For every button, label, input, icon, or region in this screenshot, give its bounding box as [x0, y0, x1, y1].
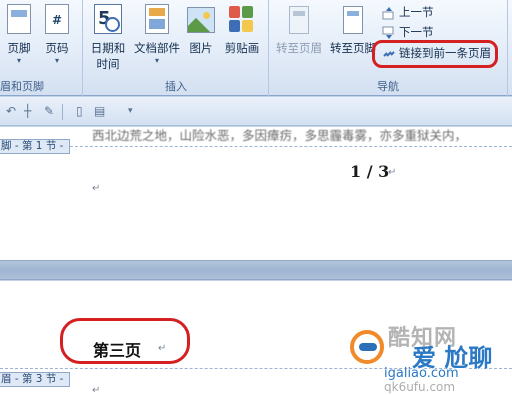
- page-1-area: 西北边荒之地，山险水恶，多因瘴疠，多思霾毒雾，亦多重狱关内， 脚 - 第 1 节…: [0, 127, 512, 260]
- page-gap: [0, 260, 512, 280]
- header-section-3-tag: 眉 - 第 3 节 -: [0, 372, 71, 387]
- next-section-button[interactable]: 下一节: [382, 23, 434, 41]
- page-number-icon: #: [42, 4, 72, 36]
- footer-boundary-line: [0, 146, 512, 147]
- page-1-body-text: 西北边荒之地，山险水恶，多因瘴疠，多思霾毒雾，亦多重狱关内，: [92, 128, 468, 143]
- quick-parts-button[interactable]: 文档部件 ▾: [132, 4, 182, 66]
- insert-table-icon[interactable]: ┼: [24, 104, 31, 119]
- quick-parts-label: 文档部件: [134, 41, 180, 55]
- highlight-circle-page3: [60, 318, 190, 364]
- header-footer-group-label: 眉和页脚: [0, 80, 44, 93]
- paragraph-mark: ↵: [92, 183, 101, 194]
- footer-label: 页脚: [7, 41, 31, 55]
- date-time-label-line2: 时间: [96, 57, 120, 71]
- date-time-button[interactable]: 5 日期和 时间: [86, 4, 130, 72]
- navigation-group-label: 导航: [377, 80, 399, 93]
- group-separator: [82, 0, 83, 96]
- layout-icon[interactable]: ▤: [94, 104, 105, 119]
- previous-section-icon: [382, 6, 396, 20]
- edit-icon[interactable]: ✎: [44, 104, 54, 119]
- watermark-logo-icon: [350, 330, 384, 364]
- picture-button[interactable]: 图片: [184, 4, 218, 56]
- page-number-button[interactable]: # 页码 ▾: [38, 4, 76, 66]
- toolbar-separator: [62, 104, 63, 120]
- new-document-icon[interactable]: ▯: [76, 104, 83, 119]
- goto-header-button[interactable]: 转至页眉: [272, 4, 326, 56]
- customize-dropdown-icon[interactable]: ▾: [128, 104, 133, 119]
- clip-art-button[interactable]: 剪贴画: [220, 4, 264, 56]
- paragraph-mark: ↵: [388, 167, 397, 178]
- clip-art-label: 剪贴画: [224, 41, 260, 55]
- chevron-down-icon: ▾: [54, 56, 59, 65]
- watermark-url-sub: qk6ufu.com: [384, 380, 456, 394]
- page-number-label: 页码: [45, 41, 69, 55]
- clip-art-icon: [227, 4, 257, 36]
- page-number-field[interactable]: 1 / 3: [350, 162, 389, 181]
- undo-icon[interactable]: ↶: [6, 104, 16, 119]
- insert-group-label: 插入: [165, 80, 187, 93]
- chevron-down-icon: ▾: [16, 56, 21, 65]
- goto-header-label: 转至页眉: [276, 41, 322, 55]
- footer-section-1-tag: 脚 - 第 1 节 -: [0, 139, 71, 154]
- picture-label: 图片: [189, 41, 213, 55]
- next-section-icon: [382, 26, 396, 40]
- date-time-label-line1: 日期和: [90, 41, 126, 55]
- quick-parts-icon: [142, 4, 172, 36]
- highlight-circle-link: [372, 40, 498, 68]
- paragraph-mark: ↵: [92, 385, 101, 395]
- footer-icon: [4, 4, 34, 36]
- footer-button[interactable]: 页脚 ▾: [0, 4, 38, 66]
- next-section-label: 下一节: [399, 25, 434, 39]
- quick-access-toolbar: ↶ ┼ ✎ ▯ ▤ ▾: [0, 97, 512, 126]
- goto-footer-icon: [338, 4, 368, 36]
- goto-footer-label: 转至页脚: [330, 41, 376, 55]
- previous-section-label: 上一节: [399, 5, 434, 19]
- group-separator: [507, 0, 508, 96]
- watermark-url: igaliao.com: [384, 366, 459, 381]
- previous-section-button[interactable]: 上一节: [382, 3, 434, 21]
- goto-header-icon: [284, 4, 314, 36]
- group-separator: [268, 0, 269, 96]
- picture-icon: [186, 4, 216, 36]
- calendar-clock-icon: 5: [93, 4, 123, 36]
- watermark: 酷知网 爱 尬聊 igaliao.com qk6ufu.com: [350, 318, 512, 395]
- chevron-down-icon: ▾: [154, 56, 159, 65]
